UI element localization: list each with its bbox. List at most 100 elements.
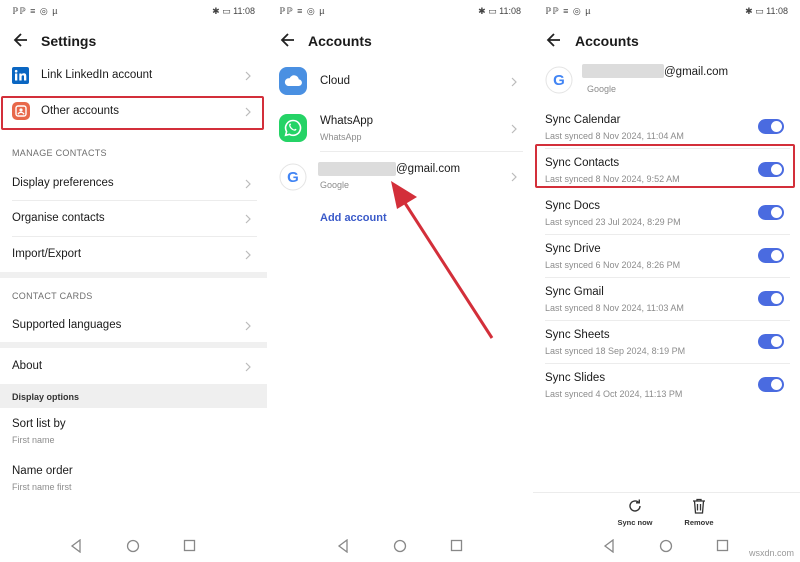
whatsapp-icon	[279, 114, 307, 142]
import-export-label: Import/Export	[12, 248, 82, 260]
account-type: Google	[587, 84, 617, 94]
nav-recents-icon[interactable]	[716, 539, 729, 552]
settings-app-bar: Settings	[0, 24, 267, 58]
accounts-app-bar: Accounts	[533, 24, 800, 58]
sync-toggle[interactable]	[758, 205, 784, 220]
name-order-label: Name order	[12, 465, 73, 477]
sync-item[interactable]: Sync Docs Last synced 23 Jul 2024, 8:29 …	[533, 194, 800, 234]
import-export-row[interactable]: Import/Export	[0, 239, 267, 271]
sync-toggle[interactable]	[758, 248, 784, 263]
nav-recents-icon[interactable]	[450, 539, 463, 552]
sync-item-last: Last synced 8 Nov 2024, 11:04 AM	[545, 131, 684, 141]
sync-item[interactable]: Sync Sheets Last synced 18 Sep 2024, 8:1…	[533, 323, 800, 363]
chevron-right-icon	[245, 214, 251, 224]
sort-list-row[interactable]: Sort list by First name	[0, 412, 267, 452]
chevron-right-icon	[511, 77, 517, 87]
supported-languages-row[interactable]: Supported languages	[0, 310, 267, 342]
sync-item-name: Sync Drive	[545, 243, 601, 255]
divider	[545, 363, 790, 364]
nav-home-icon[interactable]	[659, 539, 673, 553]
sync-item-name: Sync Docs	[545, 200, 600, 212]
refresh-icon	[629, 499, 641, 512]
sync-item[interactable]: Sync Gmail Last synced 8 Nov 2024, 11:03…	[533, 280, 800, 320]
google-icon: G	[545, 66, 573, 94]
nav-back-icon[interactable]	[337, 539, 349, 553]
redacted-email	[582, 64, 664, 78]
display-preferences-row[interactable]: Display preferences	[0, 168, 267, 200]
about-row[interactable]: About	[0, 352, 267, 382]
section-header: CONTACT CARDS	[12, 291, 93, 301]
back-arrow-icon[interactable]	[12, 31, 30, 49]
back-arrow-icon[interactable]	[279, 31, 297, 49]
highlight-box	[535, 144, 795, 188]
name-order-value: First name first	[12, 482, 72, 492]
sync-item-name: Sync Gmail	[545, 286, 604, 298]
sync-now-label: Sync now	[617, 518, 653, 527]
chevron-right-icon	[245, 179, 251, 189]
linkedin-row[interactable]: Link LinkedIn account	[0, 62, 267, 90]
account-type: WhatsApp	[320, 132, 362, 142]
sync-item[interactable]: Sync Calendar Last synced 8 Nov 2024, 11…	[533, 108, 800, 148]
nav-home-icon[interactable]	[126, 539, 140, 553]
remove-button[interactable]: Remove	[677, 498, 721, 530]
accounts-screen: ℙℙ ≡ ◎ µ ✱ ▭ 11:08 Accounts Cloud WhatsA…	[267, 0, 533, 562]
account-type: Google	[320, 180, 350, 190]
divider	[545, 320, 790, 321]
accounts-app-bar: Accounts	[267, 24, 533, 58]
sync-item-name: Sync Sheets	[545, 329, 610, 341]
nav-home-icon[interactable]	[393, 539, 407, 553]
nav-back-icon[interactable]	[70, 539, 82, 553]
google-sync-screen: ℙℙ ≡ ◎ µ ✱ ▭ 11:08 Accounts G @gmail.com…	[533, 0, 800, 562]
page-title: Accounts	[308, 33, 372, 49]
divider	[12, 236, 257, 237]
section-separator	[0, 342, 267, 348]
google-icon: G	[279, 163, 307, 191]
linkedin-icon	[12, 67, 29, 84]
settings-screen: ℙℙ ≡ ◎ µ ✱ ▭ 11:08 Settings Link LinkedI…	[0, 0, 267, 562]
status-bar: ℙℙ ≡ ◎ µ ✱ ▭ 11:08	[267, 0, 533, 24]
divider	[545, 234, 790, 235]
remove-label: Remove	[684, 518, 714, 527]
system-nav-bar	[267, 536, 533, 558]
svg-text:G: G	[553, 72, 565, 89]
sync-toggle[interactable]	[758, 119, 784, 134]
system-nav-bar	[0, 536, 267, 558]
chevron-right-icon	[245, 250, 251, 260]
name-order-row[interactable]: Name order First name first	[0, 459, 267, 499]
sync-toggle[interactable]	[758, 291, 784, 306]
account-row-whatsapp[interactable]: WhatsApp WhatsApp	[267, 110, 533, 148]
account-row-cloud[interactable]: Cloud	[267, 64, 533, 100]
sync-now-button[interactable]: Sync now	[613, 498, 657, 530]
chevron-right-icon	[511, 124, 517, 134]
divider	[12, 200, 257, 201]
sync-toggle[interactable]	[758, 377, 784, 392]
back-arrow-icon[interactable]	[545, 31, 563, 49]
organise-contacts-row[interactable]: Organise contacts	[0, 203, 267, 235]
page-title: Settings	[41, 33, 97, 49]
status-left: ℙℙ ≡ ◎ µ	[545, 6, 592, 16]
highlight-box	[1, 96, 264, 130]
sync-item[interactable]: Sync Slides Last synced 4 Oct 2024, 11:1…	[533, 366, 800, 406]
sync-item[interactable]: Sync Drive Last synced 6 Nov 2024, 8:26 …	[533, 237, 800, 277]
section-header: MANAGE CONTACTS	[12, 148, 107, 158]
chevron-right-icon	[245, 321, 251, 331]
sync-item-last: Last synced 6 Nov 2024, 8:26 PM	[545, 260, 681, 270]
sort-list-label: Sort list by	[12, 418, 66, 430]
status-bar: ℙℙ ≡ ◎ µ ✱ ▭ 11:08	[533, 0, 800, 24]
watermark: wsxdn.com	[748, 548, 794, 558]
sync-toggle[interactable]	[758, 334, 784, 349]
nav-back-icon[interactable]	[603, 539, 615, 553]
cloud-icon	[279, 67, 307, 95]
page-title: Accounts	[575, 33, 639, 49]
status-left: ℙℙ ≡ ◎ µ	[279, 6, 326, 16]
nav-recents-icon[interactable]	[183, 539, 196, 552]
status-bar: ℙℙ ≡ ◎ µ ✱ ▭ 11:08	[0, 0, 267, 24]
divider	[545, 277, 790, 278]
sync-item-last: Last synced 23 Jul 2024, 8:29 PM	[545, 217, 681, 227]
sync-item-last: Last synced 18 Sep 2024, 8:19 PM	[545, 346, 686, 356]
redacted-email	[318, 162, 396, 176]
account-email: @gmail.com	[396, 163, 461, 175]
account-email: @gmail.com	[664, 66, 729, 78]
sync-item-name: Sync Slides	[545, 372, 606, 384]
sync-item-name: Sync Calendar	[545, 114, 621, 126]
